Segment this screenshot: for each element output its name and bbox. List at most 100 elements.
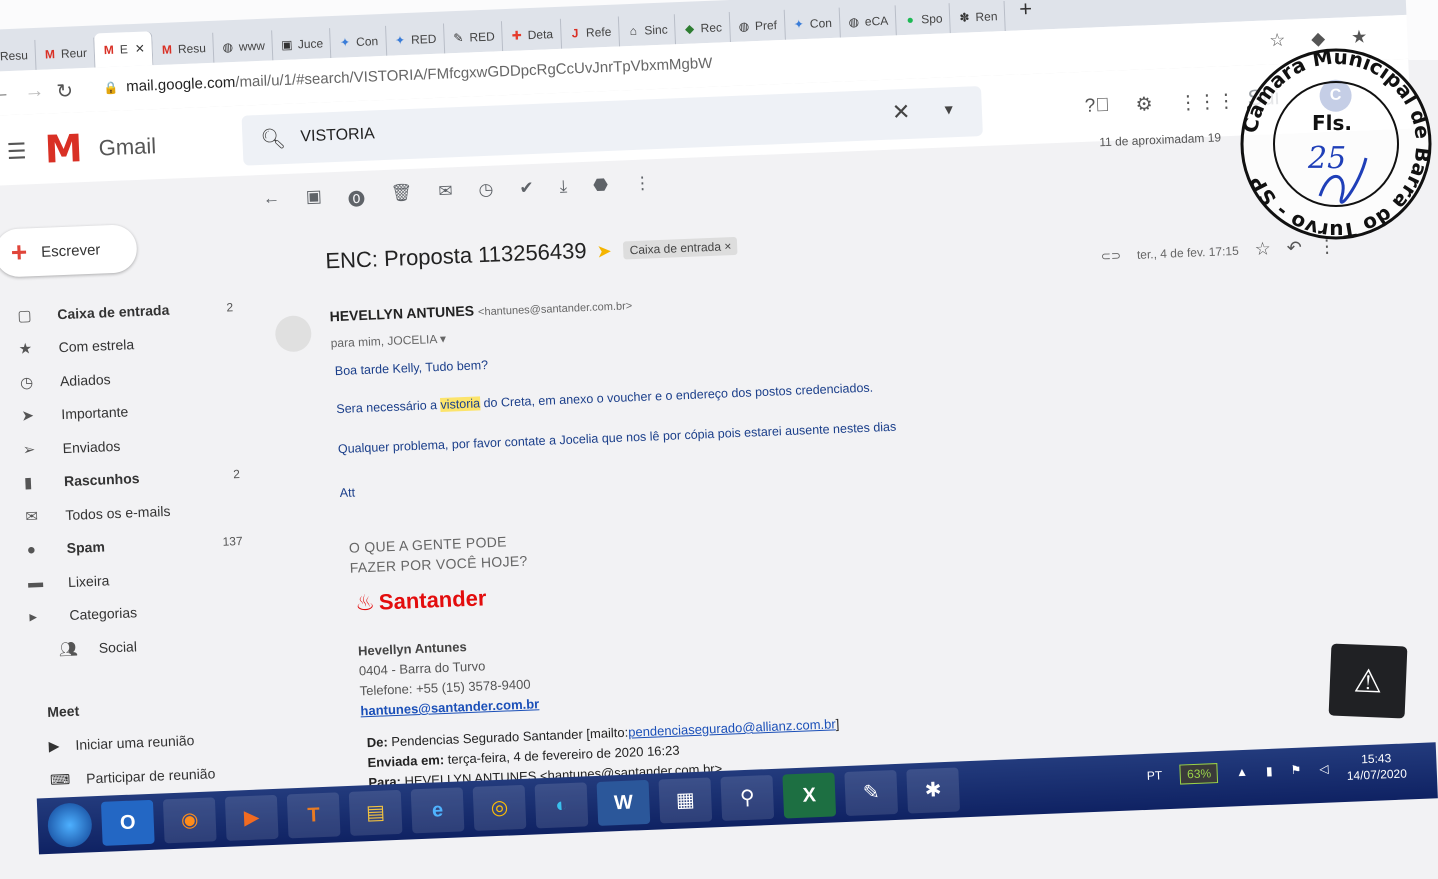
help-icon[interactable]: ?⃝ [1084, 95, 1110, 119]
search-options-icon[interactable]: ▼ [942, 101, 956, 118]
globe-icon: ◍ [738, 19, 750, 34]
labels-icon[interactable]: ⬣ [593, 175, 609, 201]
browser-tab[interactable]: ✦ RED [385, 23, 446, 56]
snooze-icon[interactable]: ◷ [478, 180, 494, 206]
browser-tab[interactable]: J Refe [560, 16, 620, 49]
edge-icon[interactable]: ◐ [534, 782, 589, 829]
reload-icon[interactable]: ↻ [56, 78, 74, 104]
label-chip-text: Caixa de entrada [629, 239, 722, 258]
browser-tab[interactable]: ▣ Juce [272, 28, 332, 61]
gmail-logo-text[interactable]: Gmail [98, 133, 156, 161]
search-icon[interactable]: 🔍︎ [260, 126, 286, 152]
important-marker-icon[interactable]: ➤ [596, 241, 612, 262]
move-to-icon[interactable]: ⤓ [559, 177, 568, 202]
archive-icon[interactable]: ▣ [305, 187, 322, 213]
settings-gear-icon[interactable]: ⚙ [1135, 93, 1153, 117]
forward-icon[interactable]: → [24, 80, 45, 104]
meet-join-button[interactable]: ⌨ Participar de reunião [50, 765, 216, 789]
outlook-icon[interactable]: O [100, 799, 155, 846]
mark-unread-icon[interactable]: ✉ [438, 181, 453, 207]
browser-tab[interactable]: ◍ www [213, 30, 274, 63]
tool-icon[interactable]: ⚲ [720, 774, 775, 821]
gmail-logo-icon[interactable]: M [44, 126, 84, 171]
file-explorer-icon[interactable]: ▤ [348, 789, 403, 836]
juce-icon: ▣ [280, 37, 293, 53]
browser-tab[interactable]: M E ✕ [94, 31, 154, 68]
volume-icon[interactable]: ◁ [1319, 762, 1329, 776]
tab-label: Refe [585, 24, 612, 40]
back-icon[interactable]: ← [0, 81, 11, 105]
signature-tagline: O QUE A GENTE PODE FAZER POR VOCÊ HOJE? [349, 531, 528, 578]
fwd-sent-label: Enviada em: [367, 752, 445, 771]
gov-icon: ✦ [394, 33, 406, 48]
network-icon[interactable]: ▲ [1236, 765, 1248, 779]
clear-search-icon[interactable]: ✕ [891, 99, 910, 126]
label-chip[interactable]: Caixa de entrada × [623, 237, 738, 260]
main-menu-icon[interactable]: ☰ [6, 138, 27, 165]
compose-button[interactable]: + Escrever [0, 224, 138, 278]
body-closing: Att [339, 485, 356, 501]
accessibility-icon[interactable]: ⚠ [1328, 643, 1408, 719]
sidebar-item-count: 2 [232, 467, 241, 482]
tab-label: Sinc [644, 22, 668, 38]
tab-label: Rec [700, 20, 723, 36]
battery-indicator[interactable]: 63% [1179, 763, 1219, 785]
clock[interactable]: 15:43 14/07/2020 [1346, 749, 1408, 783]
meet-new-button[interactable]: ▶ Iniciar uma reunião [48, 732, 194, 755]
back-to-list-icon[interactable]: ← [262, 188, 280, 214]
browser-tab[interactable]: MResu [0, 39, 37, 73]
keyboard-icon: ⌨ [49, 771, 71, 788]
browser-tab[interactable]: ◍ Pref [729, 9, 786, 43]
browser-tab[interactable]: ✦ Con [784, 7, 841, 40]
start-button-icon[interactable] [46, 802, 93, 849]
browser-tab[interactable]: ✽ Ren [949, 0, 1007, 34]
app-t-icon[interactable]: T [286, 792, 341, 839]
new-tab-icon[interactable]: + [1019, 0, 1033, 22]
recipients-dropdown-icon[interactable]: ▾ [440, 332, 447, 346]
media-player-icon[interactable]: ▶ [224, 794, 279, 841]
header-actions: ?⃝ ⚙ ⋮⋮⋮ [1084, 90, 1236, 119]
browser-tab[interactable]: ◍ eCA [839, 5, 897, 38]
firefox-icon[interactable]: ◉ [162, 797, 217, 844]
compose-label: Escrever [40, 240, 101, 261]
close-tab-icon[interactable]: ✕ [135, 42, 146, 56]
browser-tab[interactable]: MResu [152, 32, 215, 66]
tab-label: Deta [527, 27, 554, 43]
language-indicator[interactable]: PT [1147, 768, 1163, 783]
report-spam-icon[interactable]: ⓿ [347, 185, 366, 211]
chrome-icon[interactable]: ◎ [472, 784, 527, 831]
gmail-icon: M [161, 42, 173, 57]
sidebar-nav: ▢ Caixa de entrada 2 ★ Com estrela ◷ Adiados ➤ I… [0, 290, 251, 668]
search-input[interactable]: VISTORIA [300, 125, 375, 146]
add-task-icon[interactable]: ✔ [519, 178, 534, 204]
browser-tab[interactable]: ✦ Con [330, 25, 387, 59]
body-line-2: Qualquer problema, por favor contate a J… [337, 419, 897, 457]
excel-icon[interactable]: X [782, 772, 837, 819]
sidebar-item-label: Rascunhos [63, 470, 140, 490]
attachment-icon: ⊂⊃ [1100, 248, 1122, 263]
sidebar-item-count: 137 [222, 534, 243, 550]
browser-tab[interactable]: ● Spo [895, 3, 952, 36]
extension-star-icon[interactable]: ★ [1351, 26, 1368, 48]
meet-new-label: Iniciar uma reunião [75, 732, 195, 753]
sidebar-item-label: Lixeira [67, 572, 110, 590]
label-remove-icon[interactable]: × [724, 239, 732, 253]
word-icon[interactable]: W [596, 779, 651, 826]
flag-icon[interactable]: ⚑ [1290, 763, 1301, 777]
delete-icon[interactable]: 🗑︎ [390, 183, 413, 209]
internet-explorer-icon[interactable]: e [410, 787, 465, 834]
browser-tab[interactable]: M Reur [35, 37, 96, 70]
browser-tab[interactable]: ✚ Deta [502, 18, 562, 52]
apps-grid-icon[interactable]: ⋮⋮⋮ [1178, 90, 1236, 115]
browser-tab[interactable]: ✎ RED [443, 21, 504, 54]
browser-tab[interactable]: ⌂ Sinc [618, 14, 677, 47]
paint-icon[interactable]: ✎ [844, 769, 899, 816]
remote-desktop-icon[interactable]: ▦ [658, 777, 713, 824]
more-options-icon[interactable]: ⋮ [634, 173, 652, 199]
stamp-page-number: 25 [1307, 141, 1346, 176]
label-icon: ▸ [29, 608, 38, 626]
recipients[interactable]: para mim, JOCELIA ▾ [330, 332, 446, 351]
signal-icon[interactable]: ▮ [1266, 764, 1273, 778]
browser-tab[interactable]: ◆ Rec [675, 12, 731, 45]
bluetooth-icon[interactable]: ✱ [906, 767, 961, 814]
